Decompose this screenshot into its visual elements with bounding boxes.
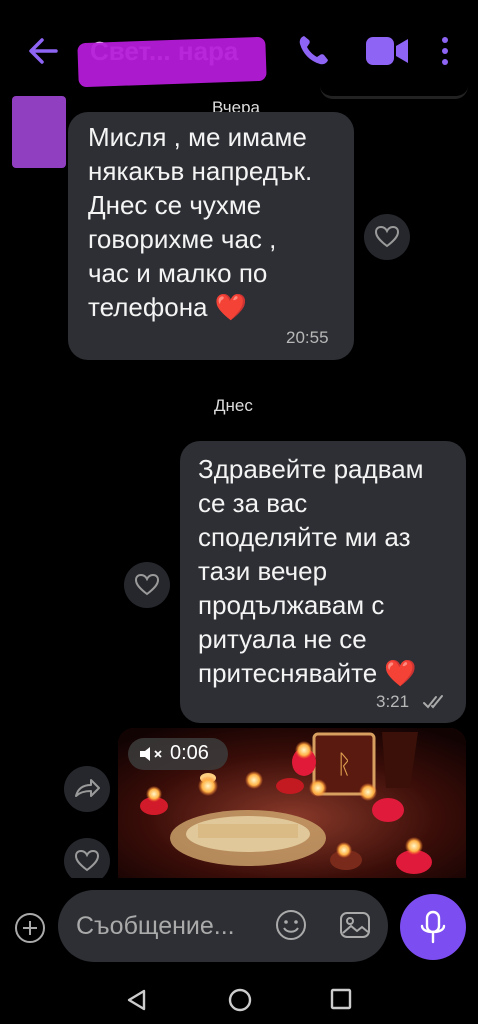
outgoing-message-text: Здравейте радвам се за вас споделяйте ми…	[198, 452, 460, 690]
read-receipt-icon	[423, 695, 443, 709]
video-duration: 0:06	[170, 742, 209, 764]
gallery-icon[interactable]	[338, 908, 372, 942]
message-input-placeholder: Съобщение...	[76, 912, 235, 940]
heart-icon	[374, 225, 400, 248]
arrow-left-icon[interactable]	[26, 34, 60, 68]
forward-button[interactable]	[64, 766, 110, 812]
emoji-icon[interactable]	[274, 908, 308, 942]
svg-text:ᚱ: ᚱ	[336, 750, 352, 780]
message-line: час и малко по	[88, 258, 268, 288]
message-line: продължавам с	[198, 590, 385, 620]
message-timestamp: 3:21	[376, 692, 410, 711]
video-camera-icon[interactable]	[364, 34, 410, 68]
message-line: Мисля , ме имаме	[88, 122, 307, 152]
message-line: ритуала не се	[198, 624, 367, 654]
message-line: споделяйте ми аз	[198, 522, 411, 552]
like-button[interactable]	[364, 214, 410, 260]
voice-message-button[interactable]	[400, 894, 466, 960]
avatar[interactable]	[12, 96, 66, 168]
header-divider	[320, 86, 468, 99]
message-line: се за вас	[198, 488, 308, 518]
heart-icon	[134, 573, 160, 596]
home-circle-icon[interactable]	[228, 988, 252, 1012]
like-button[interactable]	[124, 562, 170, 608]
message-line: говорихме час ,	[88, 224, 277, 254]
forward-arrow-icon	[75, 779, 100, 797]
incoming-message-text: Мисля , ме имаме някакъв напредък. Днес …	[88, 120, 348, 324]
message-line: тази вечер	[198, 556, 328, 586]
date-separator-today: Днес	[214, 396, 253, 415]
microphone-icon	[420, 910, 446, 944]
back-triangle-icon[interactable]	[124, 988, 150, 1012]
phone-icon[interactable]	[296, 32, 332, 68]
message-line: Днес се чухме	[88, 190, 262, 220]
speaker-muted-icon	[140, 747, 162, 761]
message-line: притеснявайте ❤️	[198, 658, 417, 688]
recent-square-icon[interactable]	[330, 988, 352, 1010]
plus-icon[interactable]	[14, 912, 46, 944]
video-duration-pill: 0:06	[128, 738, 228, 770]
message-timestamp: 20:55	[286, 328, 329, 347]
message-line: някакъв напредък.	[88, 156, 313, 186]
redaction-mark	[77, 36, 267, 88]
message-line: телефона ❤️	[88, 292, 248, 322]
message-line: Здравейте радвам	[198, 454, 424, 484]
more-vertical-icon[interactable]	[438, 36, 452, 66]
